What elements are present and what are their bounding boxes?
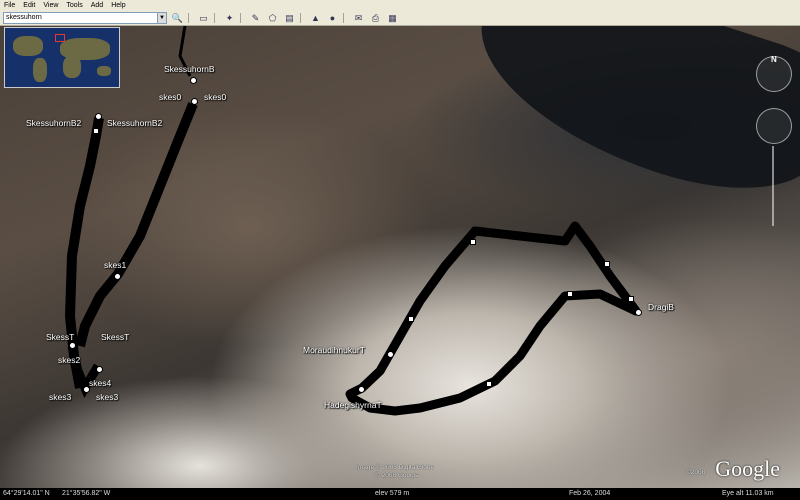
placemark-label[interactable]: skes3 (96, 392, 118, 402)
imagery-credit: Image © 2008 DigitalGlobe (356, 464, 435, 471)
placemark-label[interactable]: skes0 (204, 92, 226, 102)
waypoint-marker (93, 128, 99, 134)
waypoint-marker (628, 296, 634, 302)
continent-south-america (33, 58, 47, 82)
placemark-label[interactable]: skes2 (58, 355, 80, 365)
placemark-pin[interactable] (95, 113, 102, 120)
track-dragi-loop (345, 221, 641, 416)
search-icon[interactable]: 🔍 (171, 12, 184, 24)
continent-australia (97, 66, 111, 76)
polygon-icon[interactable]: ⬠ (266, 12, 279, 24)
planet-icon[interactable]: ● (326, 12, 339, 24)
gps-tracks (65, 26, 641, 416)
chevron-down-icon[interactable]: ▼ (157, 13, 166, 23)
placemark-label[interactable]: SkessuhornB2 (26, 118, 81, 128)
waypoint-marker (470, 239, 476, 245)
pan-joystick-icon[interactable] (756, 108, 792, 144)
viewport-indicator (55, 34, 65, 42)
placemark-pin[interactable] (358, 386, 365, 393)
compass-ring-icon[interactable]: N (756, 55, 792, 92)
overlay-icon[interactable]: ▤ (283, 12, 296, 24)
menu-bar: File Edit View Tools Add Help (0, 0, 800, 11)
placemark-pin[interactable] (190, 77, 197, 84)
waypoint-marker (567, 291, 573, 297)
path-icon[interactable]: ✎ (249, 12, 262, 24)
placemark-label[interactable]: skes1 (104, 260, 126, 270)
menu-add[interactable]: Add (87, 2, 107, 9)
placemark-pin[interactable] (96, 366, 103, 373)
google-logo: Google (715, 456, 780, 481)
placemark-label[interactable]: skes4 (89, 378, 111, 388)
placemark-label[interactable]: skes0 (159, 92, 181, 102)
status-eye-altitude: Eye alt 11.03 km (722, 490, 774, 497)
sky-icon[interactable]: ▲ (309, 12, 322, 24)
waypoint-marker (408, 316, 414, 322)
status-latitude: 64°29'14.01" N (3, 490, 50, 497)
search-input-value: skessuhorn (6, 14, 42, 21)
print-icon[interactable]: ⎙ (369, 12, 382, 24)
placemark-label[interactable]: SkessuhornB (164, 64, 215, 74)
search-input[interactable]: skessuhorn ▼ (3, 12, 167, 24)
waypoint-marker (604, 261, 610, 267)
toolbar-divider (214, 13, 215, 23)
maps-icon[interactable]: ▦ (386, 12, 399, 24)
placemark-label[interactable]: skes3 (49, 392, 71, 402)
copyright-year: ©2008 (686, 469, 706, 476)
waypoint-marker (486, 381, 492, 387)
email-icon[interactable]: ✉ (352, 12, 365, 24)
menu-edit[interactable]: Edit (19, 2, 39, 9)
menu-file[interactable]: File (0, 2, 19, 9)
overview-map[interactable] (4, 27, 120, 88)
menu-tools[interactable]: Tools (62, 2, 86, 9)
placemark-label[interactable]: HadegishyrnaT (324, 400, 382, 410)
sidebar-icon[interactable]: ▭ (197, 12, 210, 24)
placemark-pin[interactable] (387, 351, 394, 358)
map-view[interactable]: SkessuhornB skes0 skes0 SkessuhornB2 Ske… (0, 26, 800, 488)
placemark-label[interactable]: SkessuhornB2 (107, 118, 162, 128)
toolbar-divider (240, 13, 241, 23)
menu-help[interactable]: Help (107, 2, 129, 9)
zoom-slider[interactable] (772, 146, 774, 226)
status-longitude: 21°35'56.82" W (62, 490, 111, 497)
placemark-icon[interactable]: ✦ (223, 12, 236, 24)
placemark-label[interactable]: MoraudihnukurT (303, 345, 365, 355)
toolbar-divider (188, 13, 189, 23)
status-elevation: elev 579 m (375, 490, 410, 497)
placemark-pin[interactable] (114, 273, 121, 280)
status-imagery-date: Feb 26, 2004 (569, 490, 611, 497)
status-bar: 64°29'14.01" N 21°35'56.82" W elev 579 m… (0, 488, 800, 500)
placemark-pin[interactable] (69, 342, 76, 349)
placemark-label[interactable]: SkessT (46, 332, 74, 342)
navigation-controls[interactable]: N (756, 55, 792, 236)
placemark-pin[interactable] (635, 309, 642, 316)
toolbar: skessuhorn ▼ 🔍 ▭ ✦ ✎ ⬠ ▤ ▲ ● ✉ ⎙ ▦ (0, 11, 800, 26)
toolbar-divider (300, 13, 301, 23)
toolbar-divider (343, 13, 344, 23)
menu-view[interactable]: View (39, 2, 62, 9)
continent-north-america (13, 36, 43, 56)
north-indicator: N (771, 55, 777, 64)
placemark-pin[interactable] (191, 98, 198, 105)
placemark-label[interactable]: DragiB (648, 302, 674, 312)
imagery-credit-google: © 2008 Google (375, 472, 419, 479)
continent-africa (63, 56, 81, 78)
placemark-label[interactable]: SkessT (101, 332, 129, 342)
